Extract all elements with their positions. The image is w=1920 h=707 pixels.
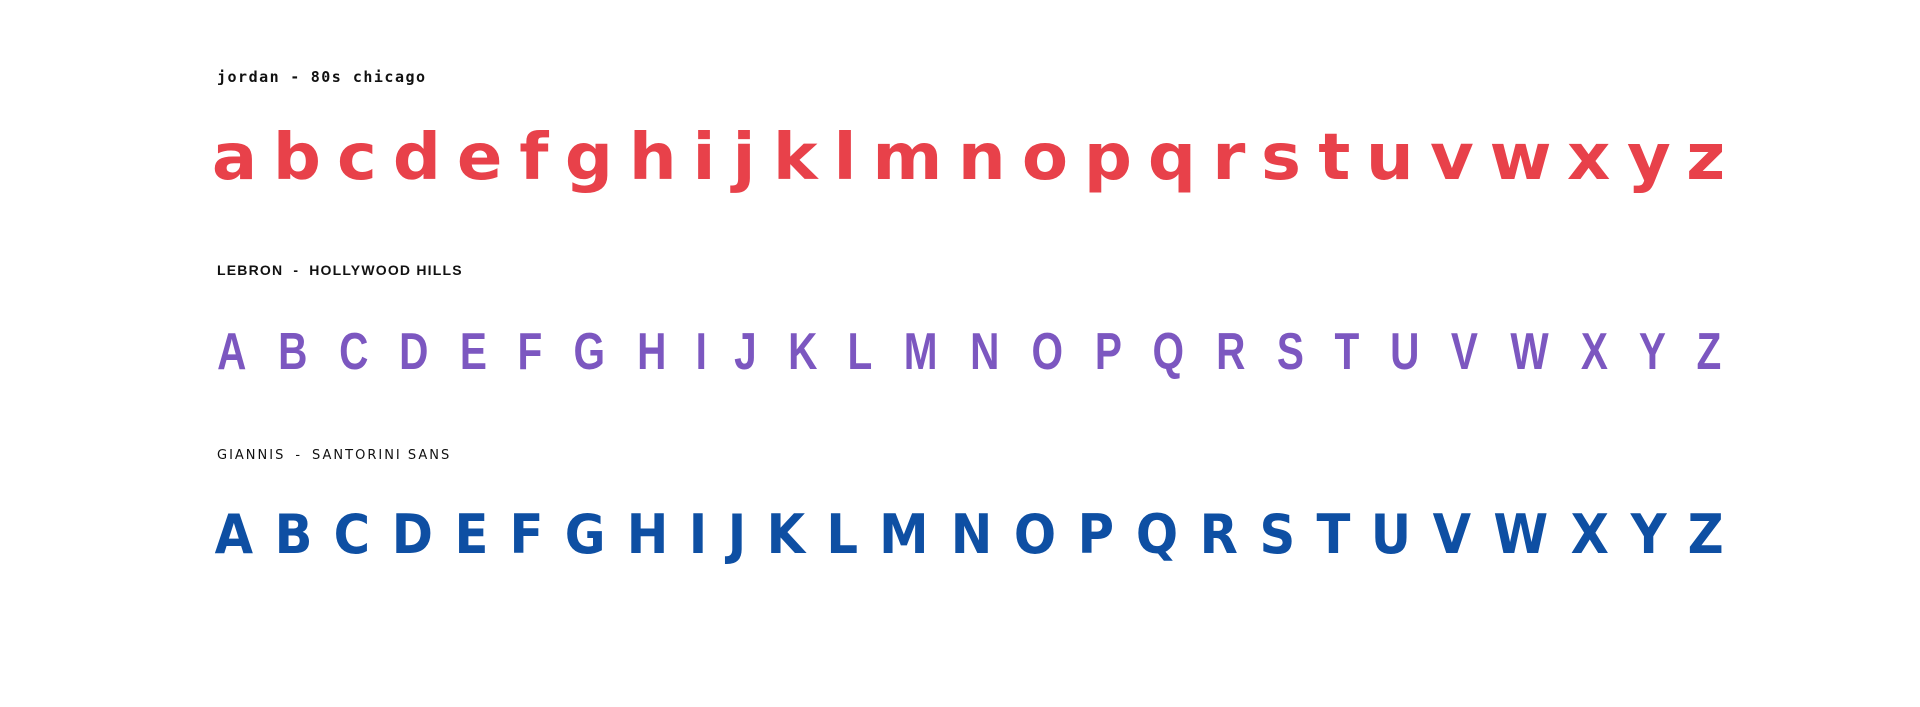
glyph-y: Y	[1630, 503, 1667, 566]
glyph-a: a	[211, 121, 258, 195]
player-name: jordan	[217, 68, 281, 86]
glyph-q: Q	[1152, 323, 1185, 381]
glyph-k: K	[766, 503, 805, 566]
glyph-z: Z	[1696, 323, 1722, 381]
specimen-label: LEBRON - HOLLYWOOD HILLS	[217, 262, 463, 278]
glyph-d: d	[393, 121, 442, 195]
glyph-z: z	[1686, 121, 1726, 195]
glyph-i: i	[692, 121, 716, 195]
glyph-e: E	[460, 323, 488, 381]
specimen-label: jordan -80s chicago	[217, 68, 427, 86]
glyph-s: S	[1276, 323, 1304, 381]
glyph-t: T	[1334, 323, 1360, 381]
glyph-k: k	[772, 121, 818, 195]
glyph-n: n	[957, 121, 1006, 195]
glyph-q: Q	[1135, 503, 1178, 566]
alphabet-row: abcdefghijklmnopqrstuvwxyz	[211, 121, 1726, 195]
glyph-m: m	[872, 121, 943, 195]
glyph-p: P	[1077, 503, 1115, 566]
glyph-f: f	[519, 121, 549, 195]
glyph-d: D	[391, 503, 433, 566]
glyph-k: K	[787, 323, 818, 381]
font-name: 80s chicago	[310, 68, 427, 86]
glyph-v: v	[1429, 121, 1474, 195]
glyph-g: g	[564, 121, 613, 195]
glyph-g: G	[573, 323, 606, 381]
glyph-y: y	[1626, 121, 1671, 195]
glyph-r: R	[1199, 503, 1238, 566]
glyph-m: M	[904, 323, 938, 381]
glyph-w: W	[1510, 323, 1549, 381]
alphabet-row: ABCDEFGHIJKLMNOPQRSTUVWXYZ	[213, 318, 1725, 378]
glyph-s: s	[1261, 121, 1302, 195]
glyph-y: Y	[1638, 323, 1666, 381]
label-separator: -	[295, 448, 303, 463]
glyph-o: O	[1031, 323, 1063, 381]
glyph-t: T	[1316, 503, 1350, 566]
glyph-x: x	[1567, 121, 1611, 195]
player-name: GIANNIS	[217, 448, 286, 463]
glyph-x: X	[1570, 503, 1609, 566]
glyph-i: I	[695, 323, 707, 381]
glyph-h: H	[637, 323, 667, 381]
glyph-p: P	[1094, 323, 1122, 381]
glyph-m: M	[879, 503, 929, 566]
glyph-h: h	[628, 121, 677, 195]
glyph-x: X	[1580, 323, 1608, 381]
glyph-v: V	[1450, 323, 1478, 381]
label-separator: -	[293, 262, 300, 278]
glyph-u: U	[1371, 503, 1412, 566]
glyph-j: J	[727, 503, 746, 566]
glyph-f: F	[517, 323, 543, 381]
glyph-p: p	[1083, 121, 1132, 195]
glyph-j: j	[732, 121, 756, 195]
glyph-e: e	[457, 121, 503, 195]
glyph-b: b	[273, 121, 322, 195]
glyph-l: L	[826, 503, 858, 566]
glyph-g: G	[564, 503, 606, 566]
glyph-w: W	[1493, 503, 1549, 566]
glyph-n: N	[950, 503, 993, 566]
glyph-n: N	[970, 323, 1000, 381]
glyph-r: r	[1211, 121, 1246, 195]
glyph-c: C	[333, 503, 371, 566]
glyph-c: C	[338, 323, 369, 381]
glyph-w: w	[1489, 121, 1552, 195]
glyph-l: L	[847, 323, 873, 381]
glyph-b: B	[277, 323, 308, 381]
specimen-label: GIANNIS - SANTORINI SANS	[217, 448, 451, 463]
glyph-d: D	[399, 323, 429, 381]
glyph-q: q	[1147, 121, 1196, 195]
glyph-u: u	[1366, 121, 1415, 195]
label-separator: -	[290, 68, 301, 86]
player-name: LEBRON	[217, 262, 284, 278]
glyph-v: V	[1433, 503, 1472, 566]
glyph-e: E	[454, 503, 489, 566]
font-name: SANTORINI SANS	[312, 448, 452, 463]
glyph-i: I	[689, 503, 708, 566]
glyph-h: H	[626, 503, 669, 566]
glyph-a: A	[217, 323, 247, 381]
glyph-l: l	[833, 121, 857, 195]
glyph-j: J	[734, 323, 758, 381]
font-name: HOLLYWOOD HILLS	[309, 262, 463, 278]
alphabet-row: ABCDEFGHIJKLMNOPQRSTUVWXYZ	[213, 508, 1725, 562]
glyph-r: R	[1216, 323, 1246, 381]
glyph-a: A	[214, 503, 254, 566]
glyph-b: B	[274, 503, 313, 566]
glyph-f: F	[509, 503, 544, 566]
glyph-o: O	[1014, 503, 1057, 566]
glyph-s: S	[1259, 503, 1295, 566]
glyph-o: o	[1021, 121, 1068, 195]
glyph-c: c	[337, 121, 378, 195]
glyph-t: t	[1317, 121, 1350, 195]
glyph-z: Z	[1687, 503, 1724, 566]
glyph-u: U	[1390, 323, 1420, 381]
